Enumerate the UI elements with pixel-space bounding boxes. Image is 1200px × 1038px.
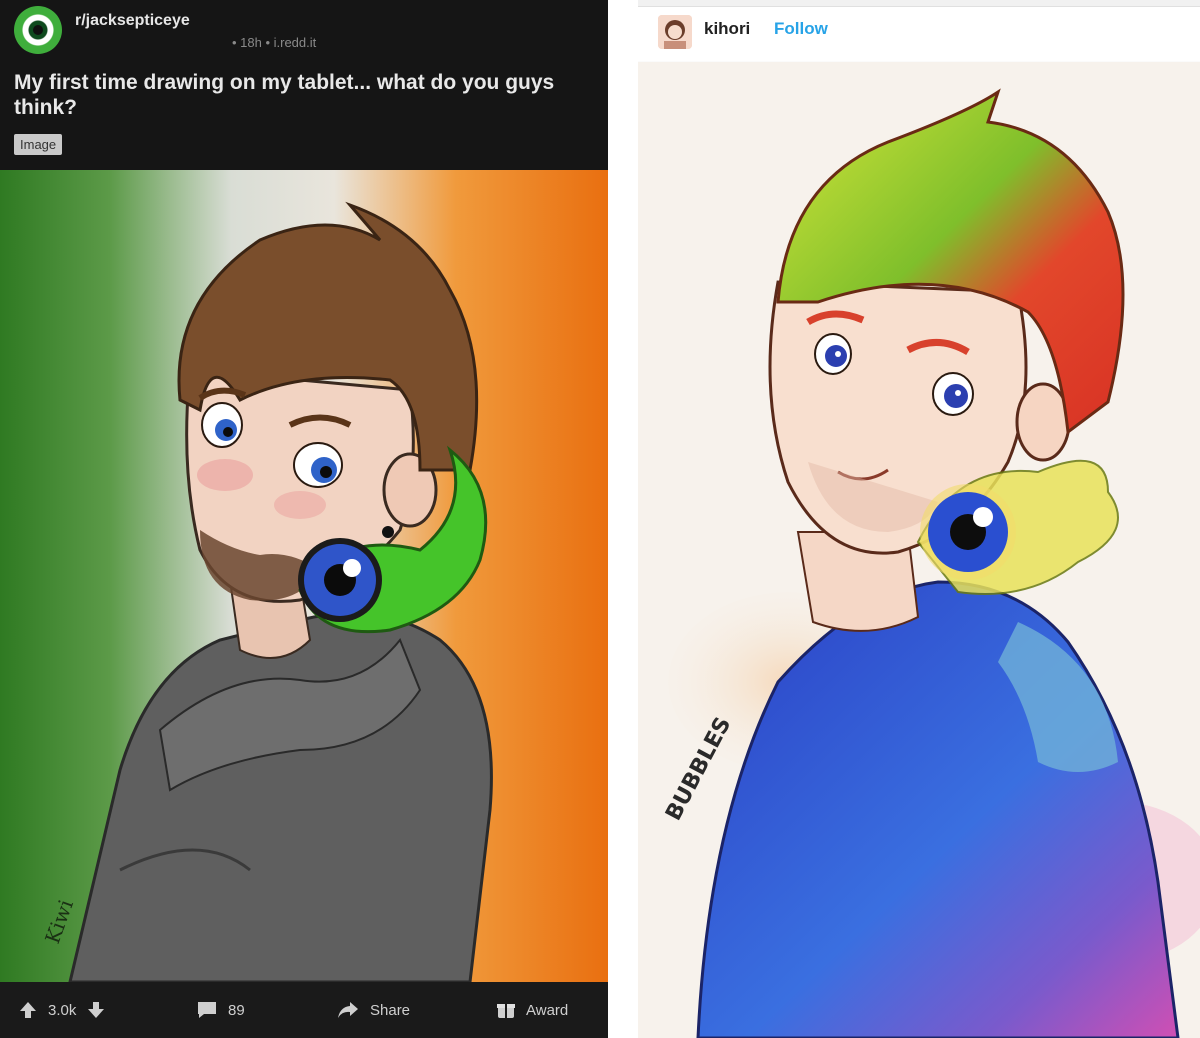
subreddit-name[interactable]: r/jacksepticeye	[75, 12, 190, 30]
digital-drawing: Kiwi	[40, 201, 493, 982]
divider	[608, 0, 638, 1038]
award-icon	[496, 1000, 516, 1020]
share-button[interactable]: Share	[336, 1000, 410, 1020]
award-button[interactable]: Award	[496, 1000, 568, 1020]
post-image[interactable]: BUBBLES	[638, 62, 1200, 1038]
post-flair[interactable]: Image	[14, 134, 63, 155]
award-label: Award	[526, 1001, 569, 1019]
post-meta: • 18h • i.redd.it	[232, 35, 317, 50]
post-top-border	[638, 0, 1200, 7]
post-image[interactable]: Kiwi	[0, 170, 608, 982]
share-icon	[336, 1000, 360, 1020]
post-action-bar: 3.0k 89 Share Award	[0, 982, 608, 1038]
watercolor-drawing: BUBBLES	[638, 62, 1200, 1038]
tumblr-post: kihori Follow BUBBLES	[638, 0, 1200, 1038]
post-title[interactable]: My first time drawing on my tablet... wh…	[14, 70, 574, 120]
comments-button[interactable]: 89	[196, 1000, 245, 1020]
subreddit-avatar[interactable]	[14, 6, 62, 54]
follow-button[interactable]: Follow	[774, 19, 828, 39]
downvote-icon[interactable]	[86, 1000, 106, 1020]
comment-icon	[196, 1000, 218, 1020]
share-label: Share	[370, 1001, 411, 1019]
post-header: r/jacksepticeye • 18h • i.redd.it My fir…	[0, 0, 608, 170]
post-header: kihori Follow	[638, 7, 1200, 61]
username[interactable]: kihori	[704, 19, 750, 39]
comment-count: 89	[228, 1001, 245, 1019]
vote-group: 3.0k	[18, 1000, 106, 1020]
upvote-icon[interactable]	[18, 1000, 38, 1020]
artist-signature: Kiwi	[40, 896, 78, 946]
vote-score: 3.0k	[48, 1001, 77, 1019]
reddit-post: r/jacksepticeye • 18h • i.redd.it My fir…	[0, 0, 608, 1038]
user-avatar[interactable]	[658, 15, 692, 49]
